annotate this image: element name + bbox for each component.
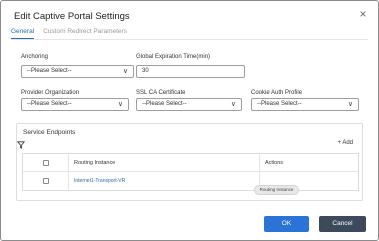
- dialog-title: Edit Captive Portal Settings: [14, 11, 130, 22]
- provider-organization-select[interactable]: --Please Select-- ∨: [21, 98, 129, 111]
- ssl-ca-certificate-select[interactable]: --Please Select-- ∨: [136, 98, 242, 111]
- tab-general[interactable]: General: [11, 27, 35, 39]
- table-row: Internet1-Transport-VR: [23, 172, 358, 190]
- chevron-down-icon: ∨: [122, 68, 128, 75]
- filter-icon[interactable]: [17, 141, 25, 149]
- chevron-down-icon: ∨: [230, 101, 236, 108]
- select-all-cell: [23, 154, 69, 172]
- routing-instance-table: Routing Instance Actions Internet1-Trans…: [22, 153, 359, 191]
- ssl-ca-certificate-value: --Please Select--: [142, 101, 187, 107]
- global-expiration-label: Global Expiration Time(min): [136, 54, 211, 60]
- captive-portal-dialog: Edit Captive Portal Settings × General C…: [0, 0, 379, 241]
- row-select-cell: [23, 172, 69, 190]
- chevron-down-icon: ∨: [117, 101, 123, 108]
- column-header-routing-instance[interactable]: Routing Instance: [69, 154, 260, 172]
- cookie-auth-profile-label: Cookie Auth Profile: [251, 90, 303, 96]
- tab-bar: General Custom Redirect Parameters: [11, 27, 127, 39]
- cancel-button[interactable]: Cancel: [319, 216, 366, 232]
- anchoring-label: Anchoring: [21, 54, 49, 60]
- routing-instance-cell: Internet1-Transport-VR: [69, 172, 260, 190]
- cookie-auth-profile-select[interactable]: --Please Select-- ∨: [251, 98, 359, 111]
- cookie-auth-profile-value: --Please Select--: [257, 101, 302, 107]
- routing-instance-tooltip: Routing Instance: [254, 185, 299, 195]
- ssl-ca-certificate-label: SSL CA Certificate: [136, 90, 186, 96]
- service-endpoints-title: Service Endpoints: [23, 129, 76, 136]
- table-header-row: Routing Instance Actions: [23, 154, 358, 172]
- provider-organization-label: Provider Organization: [21, 90, 80, 96]
- select-all-checkbox[interactable]: [43, 160, 49, 166]
- column-header-actions: Actions: [265, 160, 284, 166]
- row-checkbox[interactable]: [43, 178, 49, 184]
- tab-divider: [11, 39, 368, 40]
- anchoring-value: --Please Select--: [27, 68, 72, 74]
- add-endpoint-button[interactable]: + Add: [337, 140, 353, 146]
- chevron-down-icon: ∨: [347, 101, 353, 108]
- tab-custom-redirect-parameters[interactable]: Custom Redirect Parameters: [43, 27, 127, 39]
- ok-button[interactable]: OK: [264, 216, 309, 232]
- anchoring-select[interactable]: --Please Select-- ∨: [21, 65, 134, 78]
- provider-organization-value: --Please Select--: [27, 101, 72, 107]
- close-icon[interactable]: ×: [357, 8, 369, 20]
- routing-instance-link[interactable]: Internet1-Transport-VR: [74, 178, 125, 184]
- global-expiration-input[interactable]: 30: [136, 65, 245, 78]
